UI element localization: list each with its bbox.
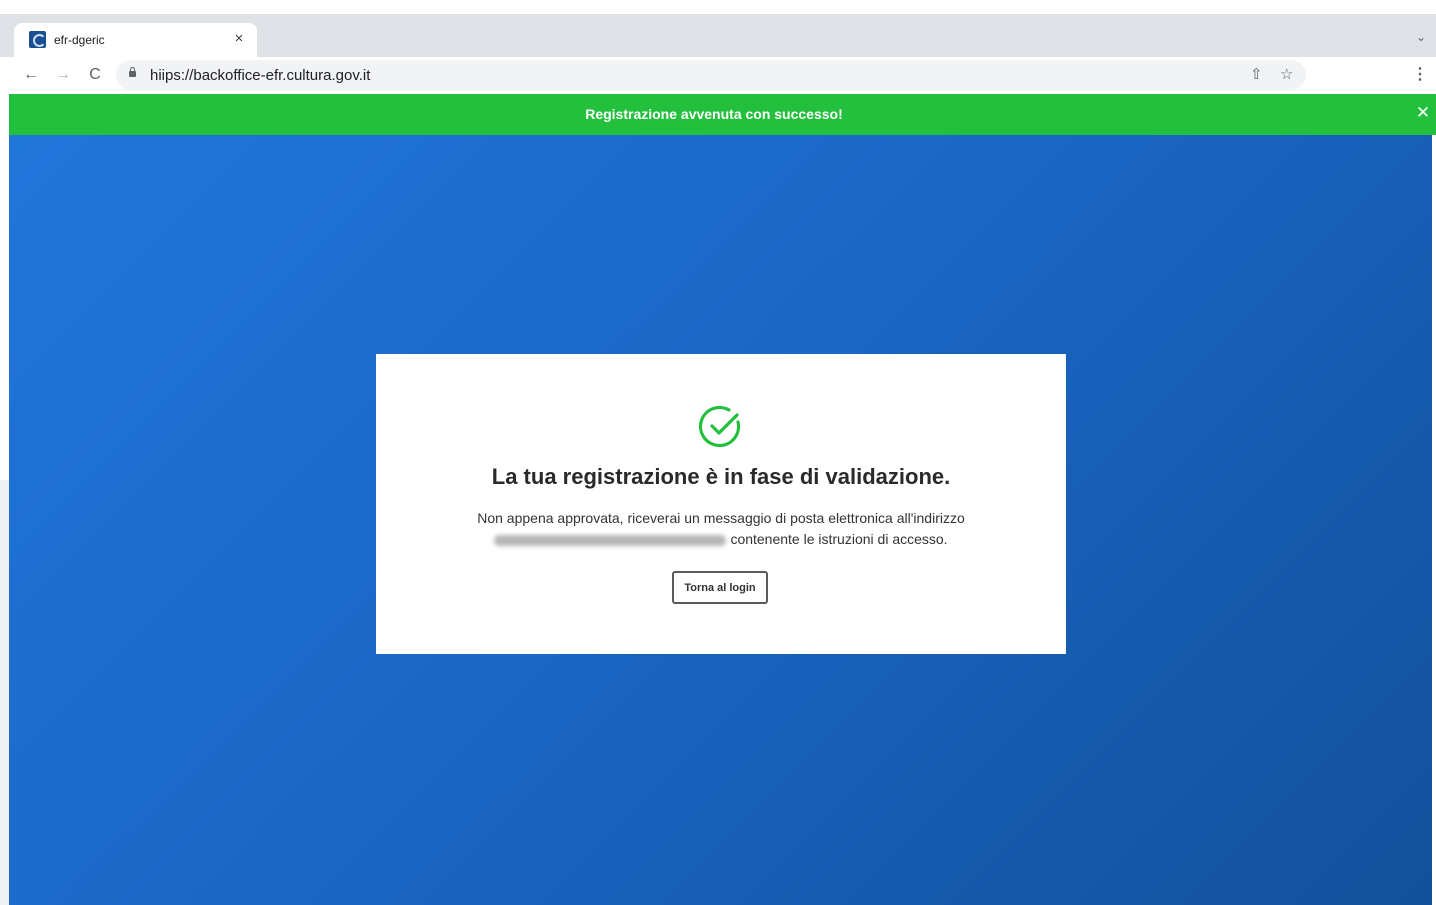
card-title: La tua registrazione è in fase di valida… [491, 464, 951, 489]
page-right-edge [1432, 135, 1436, 905]
tab-strip: efr-dgeric × ⌄ [0, 0, 1436, 57]
browser-toolbar: ← → C hiips://backoffice-efr.cultura.gov… [0, 57, 1436, 94]
window-top-edge [0, 0, 1436, 14]
url-text[interactable]: hiips://backoffice-efr.cultura.gov.it [150, 67, 370, 84]
browser-menu-icon[interactable]: ⋮ [1412, 64, 1428, 84]
back-to-login-button[interactable]: Torna al login [672, 571, 768, 604]
card-text-line2: contenente le istruzioni di accesso. [730, 531, 948, 547]
success-banner: Registrazione avvenuta con successo! ✕ [9, 94, 1436, 135]
check-circle-icon [698, 405, 741, 448]
card-text-line1: Non appena approvata, riceverai un messa… [477, 510, 965, 526]
browser-tab[interactable]: efr-dgeric × [14, 23, 257, 57]
reload-icon[interactable]: C [84, 65, 106, 85]
lock-icon[interactable] [129, 67, 136, 77]
forward-arrow-icon[interactable]: → [52, 65, 74, 85]
address-bar[interactable]: hiips://backoffice-efr.cultura.gov.it ⇧ … [116, 60, 1306, 90]
validation-card: La tua registrazione è in fase di valida… [376, 354, 1066, 654]
bookmark-star-icon[interactable]: ☆ [1280, 65, 1293, 83]
back-arrow-icon[interactable]: ← [20, 65, 42, 85]
success-message: Registrazione avvenuta con successo! [585, 106, 843, 122]
tab-search-chevron-icon[interactable]: ⌄ [1416, 30, 1426, 44]
blurred-email [494, 534, 727, 546]
banner-close-icon[interactable]: ✕ [1414, 104, 1432, 122]
tab-title: efr-dgeric [54, 33, 105, 47]
card-description: Non appena approvata, riceverai un messa… [416, 508, 1026, 550]
page-left-edge-shade [0, 480, 9, 905]
tab-close-icon[interactable]: × [229, 29, 249, 49]
share-icon[interactable]: ⇧ [1250, 65, 1263, 83]
site-favicon-icon [29, 31, 46, 48]
